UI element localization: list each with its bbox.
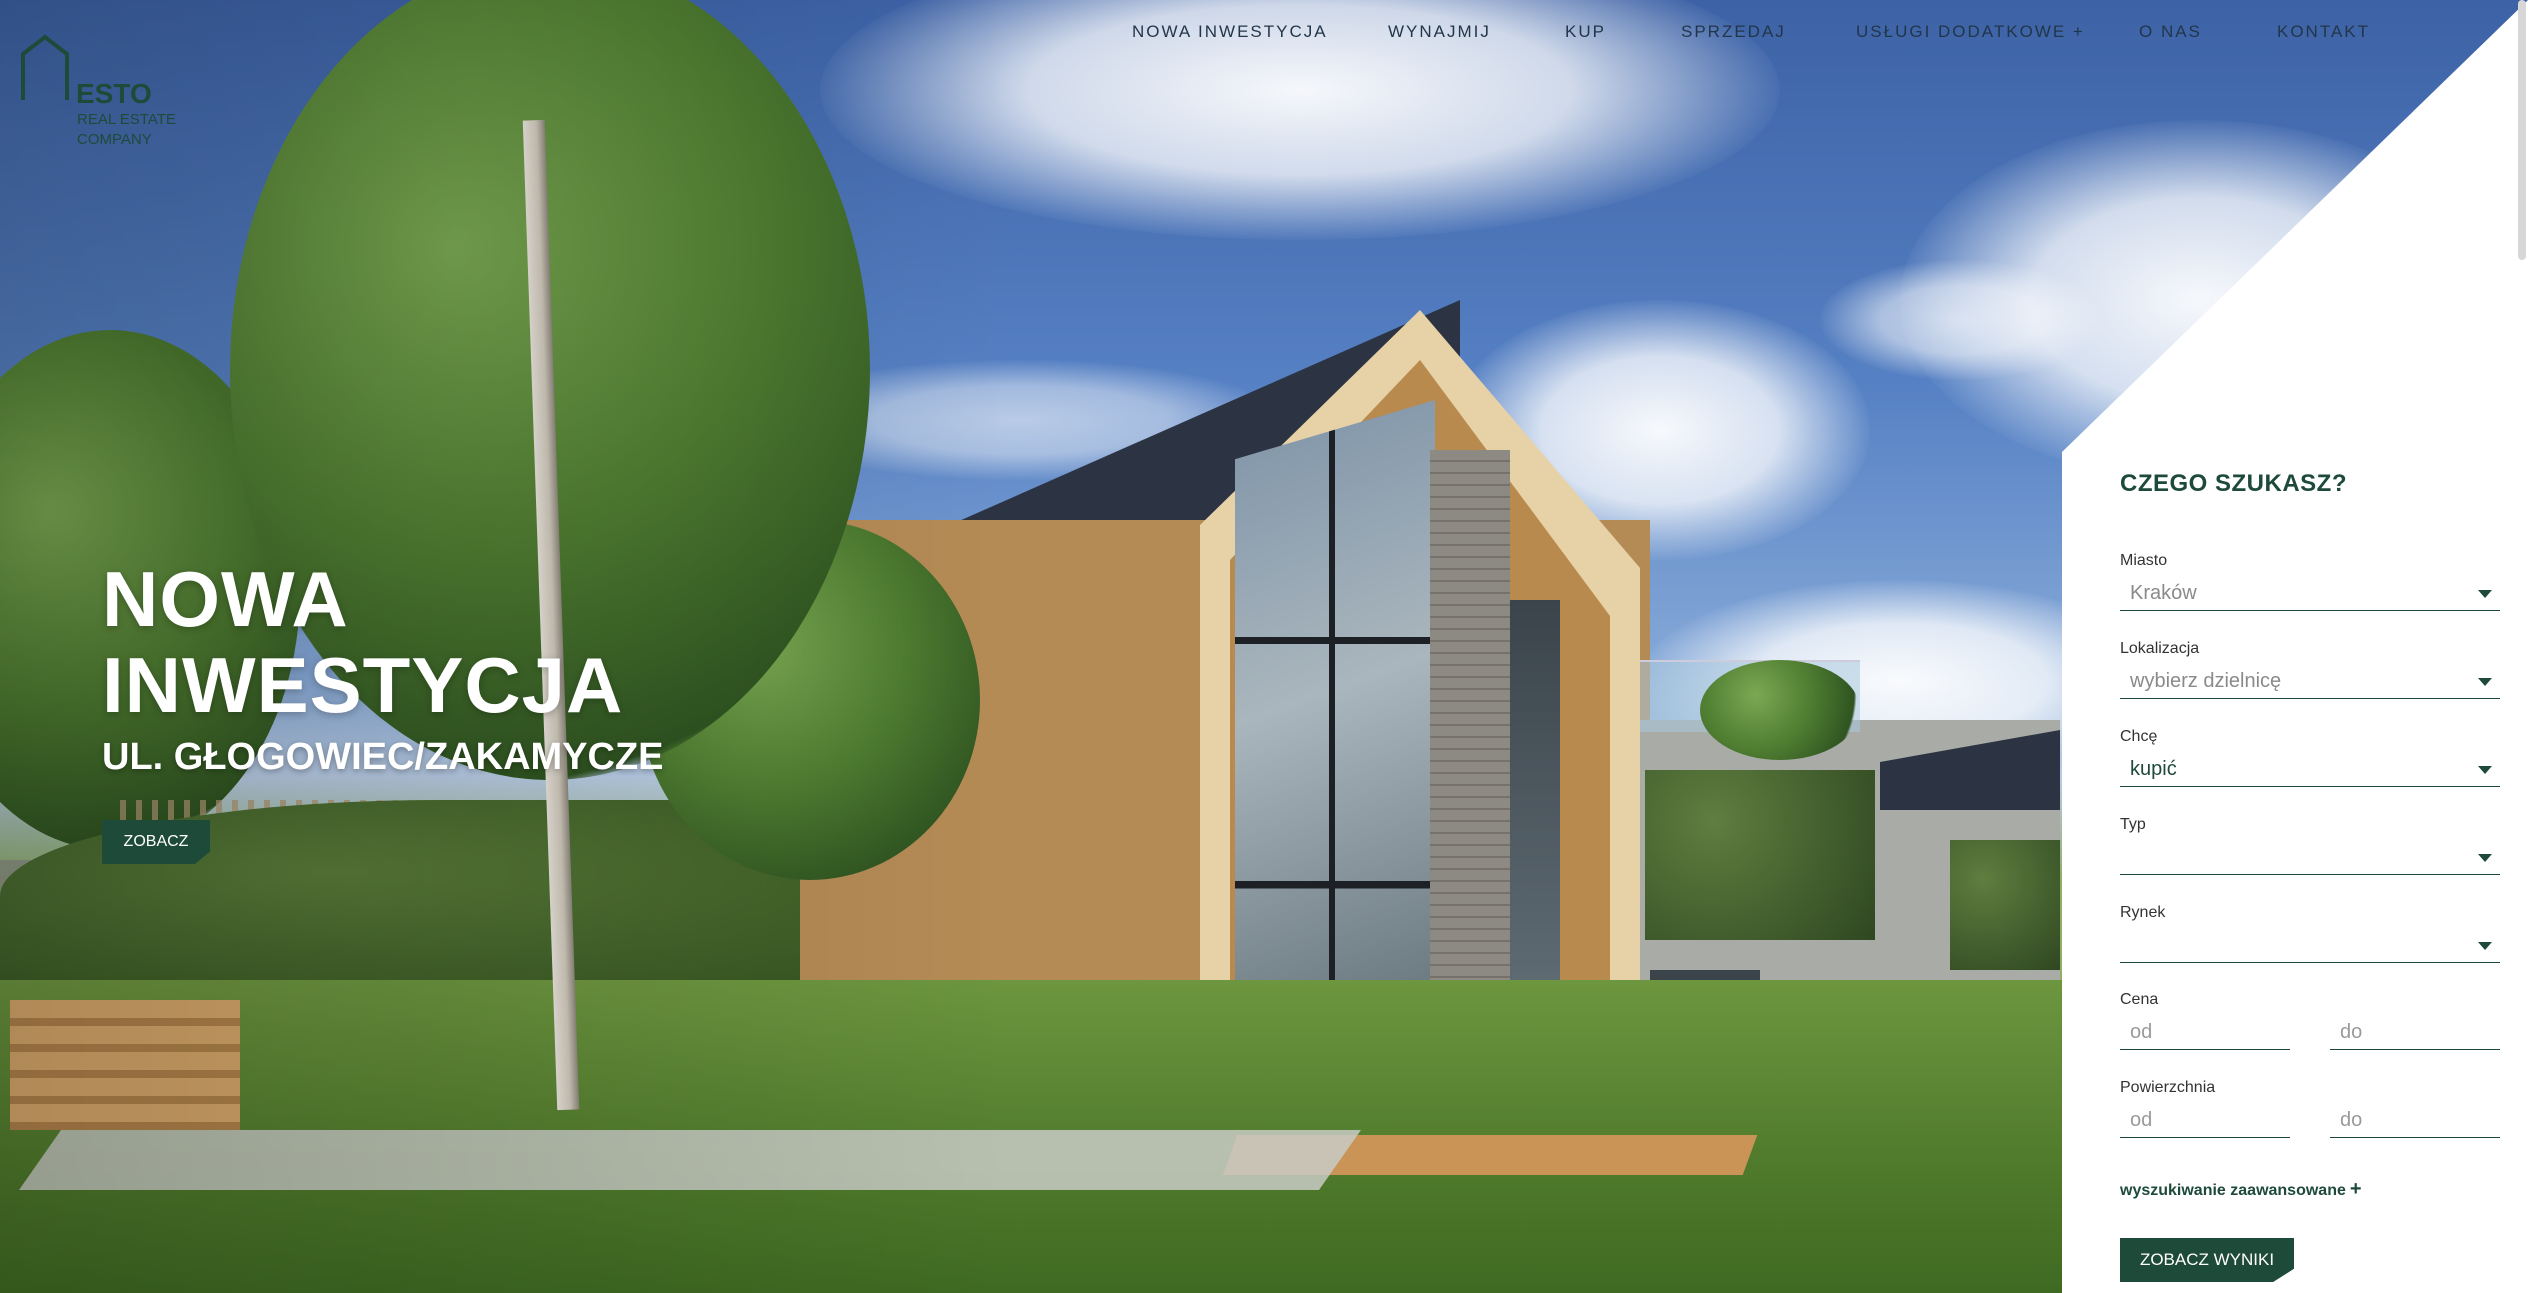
price-to-input[interactable]: do xyxy=(2330,1015,2500,1050)
search-panel-title: CZEGO SZUKASZ? xyxy=(2120,470,2347,497)
show-results-button[interactable]: ZOBACZ WYNIKI xyxy=(2120,1238,2294,1282)
chevron-down-icon xyxy=(2478,590,2492,598)
nav-item-uslugi-dodatkowe[interactable]: USŁUGI DODATKOWE + xyxy=(1856,22,2085,42)
price-field: Cena od do xyxy=(2120,991,2500,1050)
logo[interactable]: ESTO REAL ESTATE COMPANY xyxy=(20,34,220,154)
want-select[interactable]: kupić xyxy=(2120,752,2500,787)
nav-item-sprzedaj[interactable]: SPRZEDAJ xyxy=(1681,22,1786,42)
chevron-down-icon xyxy=(2478,766,2492,774)
area-to-placeholder: do xyxy=(2340,1109,2363,1131)
location-label: Lokalizacja xyxy=(2120,640,2200,657)
nav-item-wynajmij[interactable]: WYNAJMIJ xyxy=(1388,22,1491,42)
hero-title-line1: NOWA xyxy=(102,555,349,643)
area-label: Powierzchnia xyxy=(2120,1079,2216,1096)
type-select[interactable] xyxy=(2120,840,2500,875)
chevron-down-icon xyxy=(2478,942,2492,950)
area-from-input[interactable]: od xyxy=(2120,1103,2290,1138)
want-value: kupić xyxy=(2130,758,2177,780)
logo-tagline-line1: REAL ESTATE xyxy=(77,111,176,128)
price-from-input[interactable]: od xyxy=(2120,1015,2290,1050)
price-from-placeholder: od xyxy=(2130,1021,2153,1043)
city-value: Kraków xyxy=(2130,582,2197,604)
house-logo-icon xyxy=(21,34,69,100)
nav-item-nowa-inwestycja[interactable]: NOWA INWESTYCJA xyxy=(1132,22,1328,42)
scrollbar[interactable] xyxy=(2518,0,2526,260)
area-field: Powierzchnia od do xyxy=(2120,1079,2500,1138)
hero-subtitle: UL. GŁOGOWIEC/ZAKAMYCZE xyxy=(102,736,664,778)
market-label: Rynek xyxy=(2120,904,2166,921)
plus-icon: + xyxy=(2349,1178,2362,1200)
market-field: Rynek xyxy=(2120,904,2500,963)
logo-wordmark: ESTO xyxy=(76,78,152,109)
logo-tagline: REAL ESTATE COMPANY xyxy=(77,110,176,150)
chevron-down-icon xyxy=(2478,854,2492,862)
location-field: Lokalizacja wybierz dzielnicę xyxy=(2120,640,2500,699)
chevron-down-icon xyxy=(2478,678,2492,686)
nav-item-kup[interactable]: KUP xyxy=(1565,22,1606,42)
area-to-input[interactable]: do xyxy=(2330,1103,2500,1138)
type-field: Typ xyxy=(2120,816,2500,875)
area-from-placeholder: od xyxy=(2130,1109,2153,1131)
city-select[interactable]: Kraków xyxy=(2120,576,2500,611)
want-field: Chcę kupić xyxy=(2120,728,2500,787)
price-to-placeholder: do xyxy=(2340,1021,2363,1043)
price-label: Cena xyxy=(2120,991,2159,1008)
city-field: Miasto Kraków xyxy=(2120,552,2500,611)
location-value: wybierz dzielnicę xyxy=(2130,670,2282,692)
hero-title-line2: INWESTYCJA xyxy=(102,641,624,729)
advanced-search-label: wyszukiwanie zaawansowane xyxy=(2120,1182,2346,1199)
want-label: Chcę xyxy=(2120,728,2158,745)
advanced-search-link[interactable]: wyszukiwanie zaawansowane + xyxy=(2120,1178,2362,1201)
see-investment-button[interactable]: ZOBACZ xyxy=(102,820,210,864)
logo-tagline-line2: COMPANY xyxy=(77,131,152,148)
search-panel: CZEGO SZUKASZ? Miasto Kraków Lokalizacja… xyxy=(2120,0,2500,1293)
city-label: Miasto xyxy=(2120,552,2168,569)
hero-title: NOWA INWESTYCJA xyxy=(102,556,623,728)
market-select[interactable] xyxy=(2120,928,2500,963)
location-select[interactable]: wybierz dzielnicę xyxy=(2120,664,2500,699)
type-label: Typ xyxy=(2120,816,2146,833)
